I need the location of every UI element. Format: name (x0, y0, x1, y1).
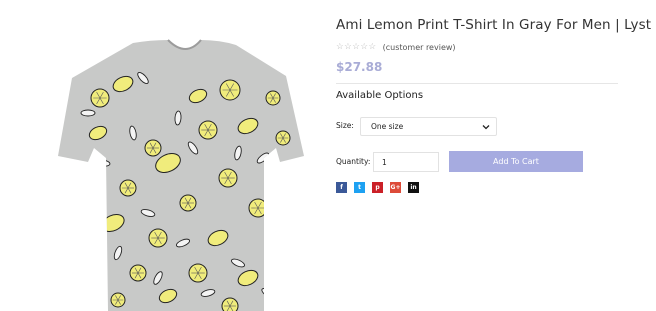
quantity-input[interactable]: 1 (373, 152, 439, 172)
pinterest-icon[interactable]: p (372, 182, 383, 193)
add-to-cart-button[interactable]: Add To Cart (449, 151, 583, 172)
options-heading: Available Options (336, 90, 424, 101)
share-buttons: f t p G+ in (336, 182, 426, 193)
facebook-icon[interactable]: f (336, 182, 347, 193)
rating-row: ☆☆☆☆☆ (customer review) (336, 42, 456, 52)
quantity-label: Quantity: (336, 157, 371, 166)
size-select-value: One size (371, 122, 404, 131)
size-select[interactable]: One size (360, 117, 497, 136)
product-title: Ami Lemon Print T-Shirt In Gray For Men … (336, 17, 652, 33)
review-link[interactable]: (customer review) (383, 43, 456, 52)
product-image (58, 39, 304, 311)
google-plus-icon[interactable]: G+ (390, 182, 401, 193)
twitter-icon[interactable]: t (354, 182, 365, 193)
size-label: Size: (336, 121, 354, 130)
product-price: $27.88 (336, 60, 383, 74)
divider (336, 83, 618, 84)
linkedin-icon[interactable]: in (408, 182, 419, 193)
chevron-down-icon (482, 125, 490, 130)
star-rating-icon[interactable]: ☆☆☆☆☆ (336, 42, 377, 52)
shirt-body (58, 40, 304, 311)
